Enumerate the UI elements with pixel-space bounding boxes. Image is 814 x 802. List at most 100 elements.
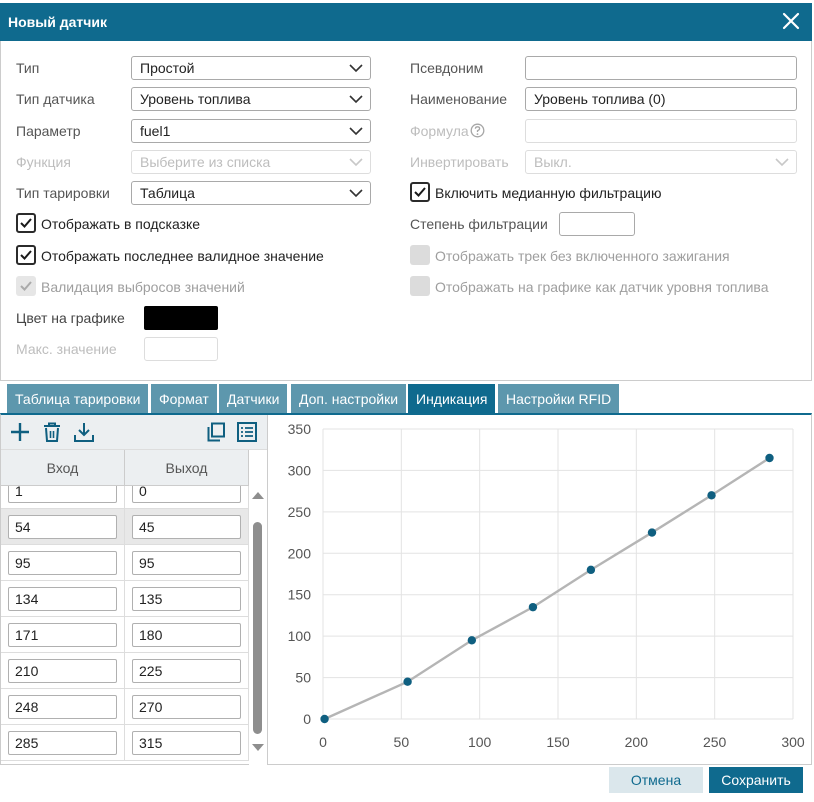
data-point — [647, 528, 657, 537]
output-value-field[interactable]: 45 — [132, 515, 241, 539]
output-value-field[interactable]: 225 — [132, 659, 241, 683]
output-cell: 95 — [125, 545, 249, 581]
tab-calibration-table[interactable]: Таблица тарировки — [7, 384, 149, 413]
name-input[interactable]: Уровень топлива (0) — [525, 87, 797, 111]
table-row: 210 225 — [1, 653, 249, 689]
chevron-down-icon — [349, 189, 363, 198]
name-text: Уровень топлива (0) — [534, 91, 666, 107]
show-tooltip-label: Отображать в подсказке — [41, 216, 201, 232]
output-value-field[interactable]: 0 — [132, 486, 241, 503]
track-no-ignition-checkbox[interactable] — [410, 245, 430, 265]
invert-value: Выкл. — [534, 154, 572, 170]
input-cell: 248 — [1, 689, 125, 725]
input-cell: 1 — [1, 486, 125, 509]
table-toolbar — [1, 415, 267, 450]
scroll-down-icon[interactable] — [252, 744, 264, 752]
tab-sensors[interactable]: Датчики — [219, 384, 288, 413]
help-icon[interactable] — [470, 123, 485, 138]
copy-icon[interactable] — [205, 421, 227, 443]
input-value-field[interactable]: 248 — [8, 695, 117, 719]
check-icon — [20, 218, 32, 228]
input-value: 54 — [15, 519, 31, 535]
output-value-field[interactable]: 315 — [132, 731, 241, 755]
input-value-field[interactable]: 285 — [8, 731, 117, 755]
scrollbar-thumb[interactable] — [253, 522, 262, 734]
tab-label: Доп. настройки — [299, 391, 399, 407]
close-icon[interactable] — [780, 10, 802, 32]
output-value: 135 — [139, 591, 163, 607]
output-cell: 225 — [125, 653, 249, 689]
track-no-ignition-label: Отображать трек без включенного зажигани… — [435, 248, 730, 264]
filter-degree-input[interactable] — [559, 212, 635, 236]
x-tick-label: 100 — [468, 734, 492, 750]
validate-outliers-checkbox — [16, 276, 36, 296]
input-column-header[interactable]: Вход — [1, 450, 125, 486]
input-value-field[interactable]: 54 — [8, 515, 117, 539]
table-row: 171 180 — [1, 617, 249, 653]
parameter-value: fuel1 — [140, 123, 171, 139]
trash-icon[interactable] — [41, 421, 63, 443]
alias-label: Псевдоним — [410, 60, 484, 76]
x-tick-label: 250 — [703, 734, 727, 750]
table-scrollbar[interactable] — [249, 486, 267, 765]
sensor-type-select[interactable]: Уровень топлива — [131, 87, 371, 111]
type-select[interactable]: Простой — [131, 56, 371, 80]
tab-format[interactable]: Формат — [151, 384, 217, 413]
output-column-header[interactable]: Выход — [125, 450, 249, 486]
output-value-field[interactable]: 180 — [132, 623, 241, 647]
parameter-select[interactable]: fuel1 — [131, 119, 371, 143]
input-cell: 285 — [1, 725, 125, 761]
x-tick-label: 300 — [781, 734, 805, 750]
list-view-icon[interactable] — [236, 421, 258, 443]
calibration-panel: Вход Выход 1 0 54 45 95 95 134 135 171 180 210 225 2… — [0, 413, 812, 765]
output-value-field[interactable]: 270 — [132, 695, 241, 719]
scroll-up-icon[interactable] — [252, 491, 264, 499]
show-last-valid-checkbox[interactable] — [16, 245, 36, 265]
input-value-field[interactable]: 1 — [8, 486, 117, 503]
max-value-input — [144, 337, 218, 361]
add-icon[interactable] — [9, 421, 31, 443]
chevron-down-icon — [349, 127, 363, 136]
function-placeholder: Выберите из списка — [140, 154, 271, 170]
y-tick-label: 250 — [288, 504, 312, 520]
invert-select: Выкл. — [525, 150, 797, 174]
input-value-field[interactable]: 210 — [8, 659, 117, 683]
data-point — [707, 491, 716, 500]
alias-input[interactable] — [525, 56, 797, 80]
output-cell: 45 — [125, 509, 249, 545]
calibration-type-select[interactable]: Таблица — [131, 181, 371, 205]
show-tooltip-checkbox[interactable] — [16, 213, 36, 233]
validate-outliers-label: Валидация выбросов значений — [41, 279, 245, 295]
data-point — [403, 677, 412, 686]
tab-indication[interactable]: Индикация — [408, 384, 496, 413]
tab-rfid-settings[interactable]: Настройки RFID — [498, 384, 620, 413]
data-point — [467, 636, 477, 645]
median-filter-checkbox[interactable] — [410, 182, 430, 202]
check-icon — [20, 281, 32, 291]
input-value-field[interactable]: 171 — [8, 623, 117, 647]
chart-as-fuel-checkbox[interactable] — [410, 276, 430, 296]
input-cell: 171 — [1, 617, 125, 653]
input-value-field[interactable]: 134 — [8, 587, 117, 611]
table-row: 134 135 — [1, 581, 249, 617]
max-value-label: Макс. значение — [16, 341, 117, 357]
y-tick-label: 0 — [303, 711, 311, 727]
save-button[interactable]: Сохранить — [709, 767, 803, 793]
cancel-button[interactable]: Отмена — [609, 767, 703, 793]
chart-color-label: Цвет на графике — [16, 310, 125, 326]
tab-label: Формат — [159, 391, 209, 407]
download-icon[interactable] — [73, 421, 95, 443]
output-value-field[interactable]: 95 — [132, 551, 241, 575]
check-icon — [20, 250, 32, 260]
x-tick-label: 50 — [394, 734, 410, 750]
output-value: 270 — [139, 699, 163, 715]
filter-degree-label: Степень фильтрации — [410, 216, 548, 232]
chart-color-swatch[interactable] — [144, 306, 218, 330]
parameter-label: Параметр — [16, 123, 81, 139]
x-tick-label: 0 — [319, 734, 327, 750]
tab-extra-settings[interactable]: Доп. настройки — [291, 384, 407, 413]
input-value-field[interactable]: 95 — [8, 551, 117, 575]
function-label: Функция — [16, 154, 71, 170]
output-value-field[interactable]: 135 — [132, 587, 241, 611]
type-value: Простой — [140, 60, 195, 76]
